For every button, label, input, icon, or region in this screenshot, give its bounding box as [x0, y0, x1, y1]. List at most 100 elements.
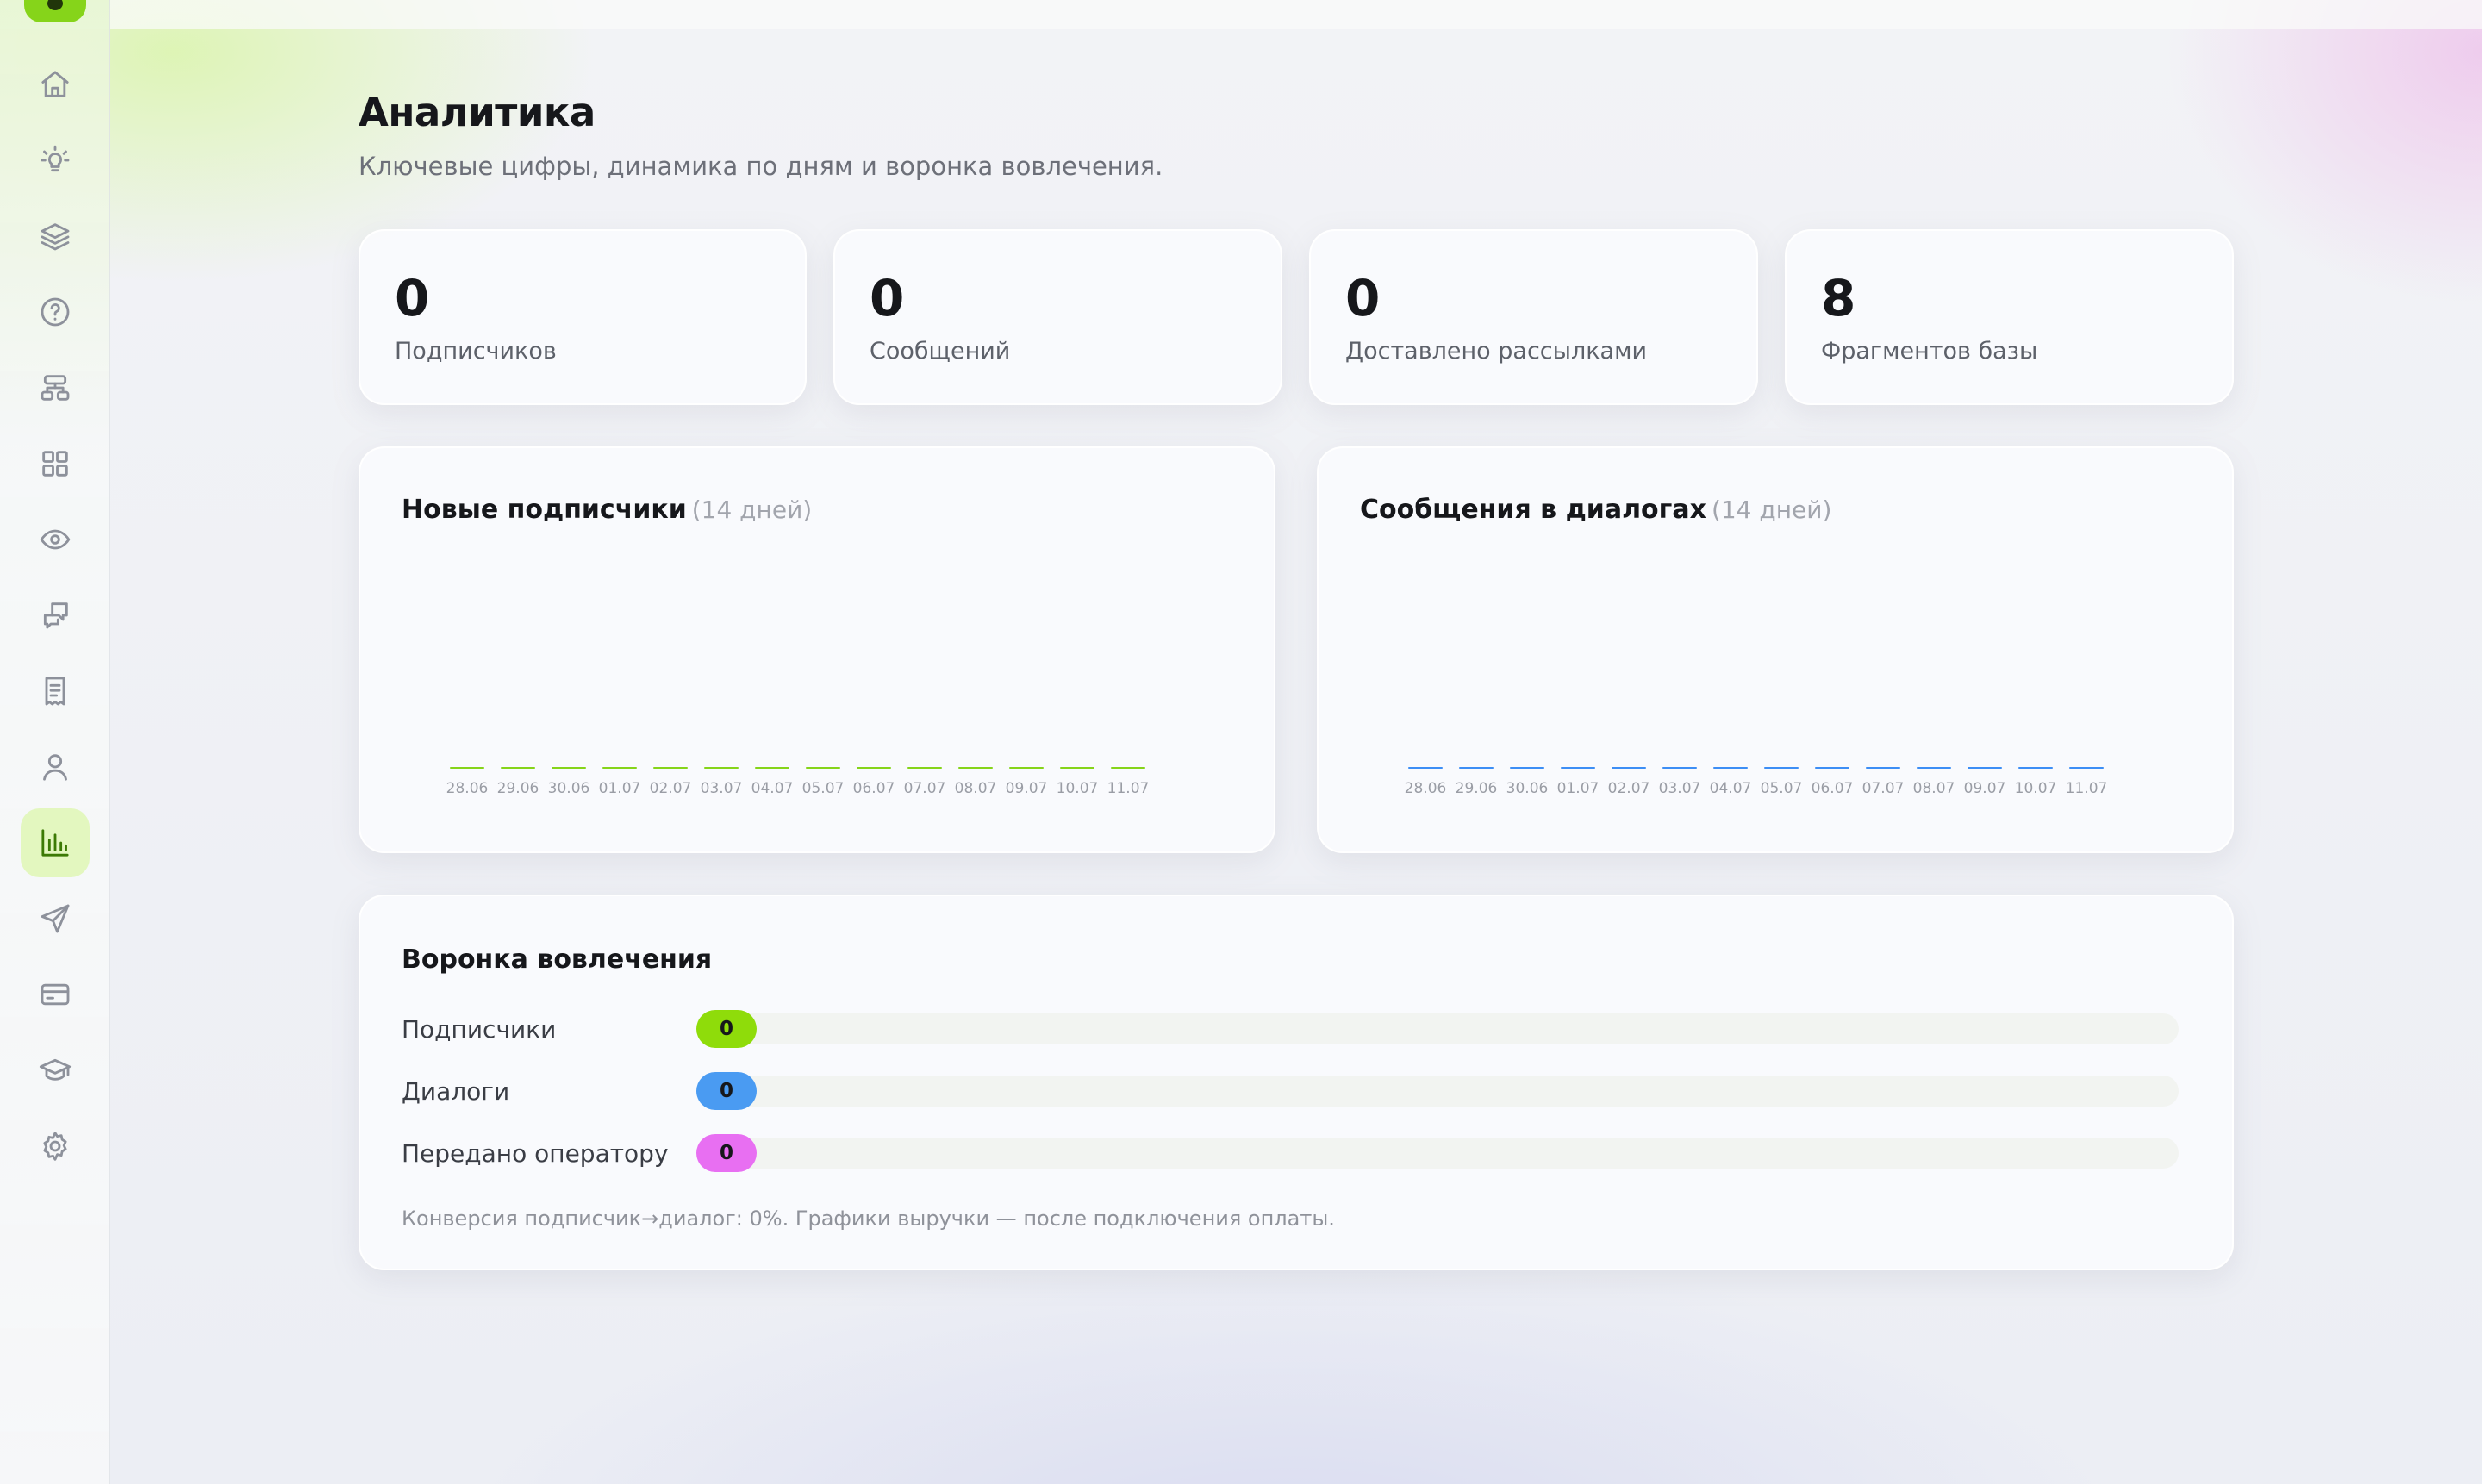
bar-chart-icon — [41, 829, 69, 857]
sidebar-item-analytics[interactable] — [21, 808, 90, 877]
sidebar-item-faq[interactable] — [21, 277, 90, 346]
chart-card-new-subscribers: Новые подписчики (14 дней) 28.06 29.06 30.0… — [359, 446, 1275, 853]
funnel-value-badge: 0 — [696, 1134, 757, 1172]
funnel-label: Диалоги — [402, 1077, 510, 1106]
sidebar-item-learning[interactable] — [21, 1036, 90, 1105]
funnel-row-operator: Передано оператору 0 — [402, 1132, 2194, 1174]
x-tick-label: 05.07 — [1761, 780, 1803, 797]
stat-label: Фрагментов базы — [1821, 338, 2038, 365]
funnel-note: Конверсия подписчик→диалог: 0%. Графики … — [402, 1207, 1335, 1231]
x-tick-label: 09.07 — [1964, 780, 2006, 797]
chart-bar — [653, 767, 688, 769]
funnel-card: Воронка вовлечения Подписчики 0 Диалоги … — [359, 895, 2234, 1270]
stat-card-delivered: 0 Доставлено рассылками — [1309, 229, 1758, 405]
sidebar-item-preview[interactable] — [21, 505, 90, 574]
dialog-messages-chart: 28.06 29.06 30.06 01.07 02.07 03.07 04.07 05.07… — [1405, 767, 2108, 797]
top-strip — [0, 0, 2482, 29]
send-icon — [41, 904, 70, 933]
x-tick-label: 09.07 — [1006, 780, 1048, 797]
chart-bar — [1009, 767, 1044, 769]
sidebar — [0, 0, 110, 1484]
chart-bar — [1612, 767, 1646, 769]
x-tick-label: 11.07 — [1107, 780, 1150, 797]
chart-bar — [1510, 767, 1544, 769]
chart-card-dialog-messages: Сообщения в диалогах (14 дней) 28.06 29.06… — [1317, 446, 2234, 853]
x-tick-label: 30.06 — [1506, 780, 1549, 797]
chart-bar — [755, 767, 789, 769]
x-tick-label: 02.07 — [1608, 780, 1650, 797]
chart-bar — [1917, 767, 1951, 769]
sidebar-item-logs[interactable] — [21, 657, 90, 726]
sidebar-item-broadcasts[interactable] — [21, 884, 90, 953]
stat-card-messages: 0 Сообщений — [833, 229, 1282, 405]
sidebar-item-flows[interactable] — [21, 353, 90, 422]
x-tick-label: 01.07 — [599, 780, 641, 797]
chart-bar — [806, 767, 840, 769]
receipt-icon — [45, 677, 65, 706]
funnel-title: Воронка вовлечения — [402, 945, 713, 975]
new-subscribers-chart: 28.06 29.06 30.06 01.07 02.07 03.07 04.07 05.07… — [446, 767, 1150, 797]
user-icon — [43, 754, 67, 781]
funnel-value-badge: 0 — [696, 1010, 757, 1048]
x-tick-label: 04.07 — [1710, 780, 1752, 797]
gear-icon — [43, 1132, 67, 1161]
sidebar-item-knowledge[interactable] — [21, 202, 90, 271]
x-tick-label: 08.07 — [955, 780, 997, 797]
funnel-row-subscribers: Подписчики 0 — [402, 1008, 2194, 1050]
chart-bar — [602, 767, 637, 769]
x-tick-label: 30.06 — [548, 780, 590, 797]
x-tick-label: 04.07 — [751, 780, 794, 797]
chat-bubbles-icon — [43, 602, 68, 629]
x-tick-label: 06.07 — [1812, 780, 1854, 797]
chart-bar — [1866, 767, 1900, 769]
funnel-value-badge: 0 — [696, 1072, 757, 1110]
stat-card-subscribers: 0 Подписчиков — [359, 229, 807, 405]
x-tick-label: 06.07 — [853, 780, 895, 797]
x-tick-label: 28.06 — [446, 780, 489, 797]
chart-bar — [1968, 767, 2002, 769]
chart-bar — [1815, 767, 1849, 769]
app-logo[interactable] — [24, 0, 86, 22]
chart-bar — [1111, 767, 1145, 769]
chart-bar — [958, 767, 993, 769]
x-tick-label: 03.07 — [701, 780, 743, 797]
x-tick-label: 29.06 — [497, 780, 539, 797]
chart-bar — [704, 767, 739, 769]
graduation-cap-icon — [39, 1058, 72, 1081]
stat-value: 0 — [870, 269, 905, 327]
stat-card-fragments: 8 Фрагментов базы — [1785, 229, 2234, 405]
x-tick-label: 10.07 — [2015, 780, 2057, 797]
funnel-label: Передано оператору — [402, 1139, 669, 1168]
x-tick-label: 11.07 — [2066, 780, 2108, 797]
stat-value: 0 — [1345, 269, 1381, 327]
x-tick-label: 07.07 — [1862, 780, 1905, 797]
funnel-row-dialogs: Диалоги 0 — [402, 1070, 2194, 1112]
x-tick-label: 02.07 — [650, 780, 692, 797]
chart-bar — [2018, 767, 2053, 769]
layers-icon — [41, 223, 70, 251]
sidebar-item-subscribers[interactable] — [21, 733, 90, 801]
funnel-label: Подписчики — [402, 1015, 557, 1044]
stat-value: 0 — [395, 269, 430, 327]
x-tick-label: 07.07 — [904, 780, 946, 797]
x-tick-label: 03.07 — [1659, 780, 1701, 797]
page-title: Аналитика — [359, 90, 596, 135]
sidebar-item-ideas[interactable] — [21, 126, 90, 195]
x-tick-label: 29.06 — [1456, 780, 1498, 797]
chart-bar — [501, 767, 535, 769]
chart-bar — [552, 767, 586, 769]
sidebar-item-apps[interactable] — [21, 429, 90, 498]
eye-icon — [40, 529, 71, 550]
credit-card-icon — [41, 983, 70, 1006]
funnel-track — [696, 1076, 2179, 1107]
x-tick-label: 08.07 — [1913, 780, 1955, 797]
chart-bar — [1459, 767, 1494, 769]
sidebar-item-billing[interactable] — [21, 960, 90, 1029]
sidebar-item-settings[interactable] — [21, 1112, 90, 1181]
sidebar-item-home[interactable] — [21, 50, 90, 119]
sidebar-item-dialogs[interactable] — [21, 581, 90, 650]
chart-bar — [1764, 767, 1799, 769]
stat-label: Доставлено рассылками — [1345, 338, 1647, 365]
chart-bar — [1662, 767, 1697, 769]
stat-label: Сообщений — [870, 338, 1011, 365]
